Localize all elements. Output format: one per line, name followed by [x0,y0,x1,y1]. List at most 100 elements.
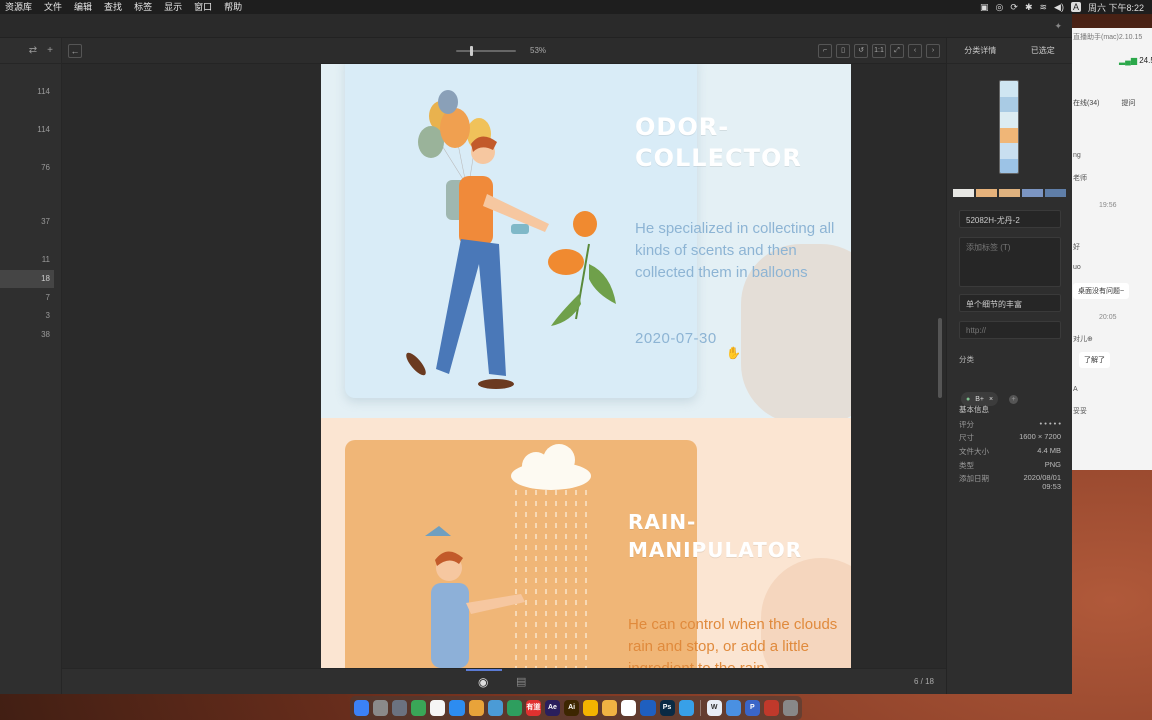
folder-count[interactable]: 114 [0,121,54,139]
menu-view[interactable]: 显示 [159,0,189,14]
wifi-icon[interactable]: ≋ [1039,2,1047,13]
dock-app-icon[interactable] [373,700,389,716]
rotate-button[interactable]: ↺ [854,44,868,58]
dock-app-icon[interactable] [430,700,446,716]
crop-button[interactable]: ⌐ [818,44,832,58]
dock-app-icon[interactable] [763,700,779,716]
menu-edit[interactable]: 编辑 [69,0,99,14]
dock-app-icon[interactable] [468,700,484,716]
next-image-button[interactable]: › [926,44,940,58]
wechat-icon[interactable]: ◎ [996,2,1004,13]
dock-app-icon[interactable] [621,700,637,716]
color-swatch[interactable] [999,189,1020,197]
image-thumbnail[interactable] [999,80,1019,174]
dock-app-icon[interactable] [725,700,741,716]
folder-count[interactable]: 37 [0,213,54,231]
add-category-button[interactable]: + [1009,395,1018,404]
tab-selected[interactable]: 已选定 [1031,45,1055,56]
folder-count[interactable]: 114 [0,83,54,101]
menu-help[interactable]: 帮助 [219,0,249,14]
split-view-button[interactable]: ▯ [836,44,850,58]
clock[interactable]: 周六 下午8:22 [1088,1,1144,14]
folder-count[interactable]: 38 [0,326,54,344]
menu-file[interactable]: 文件 [39,0,69,14]
dock-app-icon[interactable] [583,700,599,716]
basic-info-label: 基本信息 [959,405,989,414]
chat-title: 直播助手(mac)2.10.15 [1073,34,1143,41]
folder-count[interactable]: 11 [0,251,54,269]
chat-line: A [1073,386,1078,393]
info-row-rating: 评分 • • • • • [959,419,1061,430]
card-title-line: MANIPULATOR [628,538,803,562]
dock-app-icon[interactable] [783,700,799,716]
active-indicator [466,669,502,671]
filename-field[interactable]: 52082H-尤丹-2 [959,210,1061,228]
url-input[interactable]: http:// [959,321,1061,339]
dock-app-icon[interactable] [449,700,465,716]
dock-app-icon[interactable] [506,700,522,716]
info-value: 1600 × 7200 [1019,432,1061,441]
chat-line: 对儿⊕ [1073,336,1093,343]
dock-app-icon[interactable]: Ps [659,700,675,716]
dock-app-icon[interactable] [640,700,656,716]
eye-icon[interactable]: ◉ [478,675,488,689]
comment-icon[interactable]: ▤ [516,675,526,688]
viewer-toolbar: ← 53% ⌐ ▯ ↺ 1:1 ⤢ ‹ › [62,38,946,64]
card-title-line: COLLECTOR [635,144,802,172]
menu-tags[interactable]: 标签 [129,0,159,14]
color-swatch[interactable] [953,189,974,197]
card-date: 2020-07-30 [635,330,717,347]
hand-cursor-icon: ✋ [726,346,741,360]
menu-window[interactable]: 窗口 [189,0,219,14]
dock-app-icon[interactable] [602,700,618,716]
fit-screen-button[interactable]: ⤢ [890,44,904,58]
actual-size-button[interactable]: 1:1 [872,44,886,58]
dock-app-icon[interactable] [392,700,408,716]
zoom-slider[interactable] [456,46,516,56]
dock-app-icon[interactable] [487,700,503,716]
folder-count[interactable]: 7 [0,289,54,307]
dock-app-icon[interactable]: P [744,700,760,716]
signal-icon: ▂▄▆ [1119,56,1137,65]
color-swatch[interactable] [1045,189,1066,197]
viewer-scrollbar[interactable] [938,318,942,398]
tab-online[interactable]: 在线(34) [1073,98,1099,108]
folder-count[interactable]: 3 [0,307,54,325]
back-button[interactable]: ← [68,44,82,58]
input-method[interactable]: A [1070,2,1081,12]
close-icon[interactable]: × [989,396,993,403]
dock-app-icon[interactable] [678,700,694,716]
rating-stars[interactable]: • • • • • [1040,419,1061,430]
tags-input[interactable]: 添加标签 (T) [959,237,1061,287]
add-icon[interactable]: + [47,45,53,56]
screen-icon[interactable]: ▣ [980,2,989,13]
color-swatch[interactable] [976,189,997,197]
volume-icon[interactable]: ◀) [1054,2,1064,13]
folder-count[interactable]: 76 [0,159,54,177]
viewer-statusbar: ◉ ▤ 6 / 18 [62,668,946,694]
image-canvas[interactable]: ODOR- COLLECTOR He specialized in collec… [321,64,851,668]
bluetooth-icon[interactable]: ✱ [1025,2,1033,13]
dock-app-icon[interactable]: Ae [544,700,561,716]
tab-category-details[interactable]: 分类详情 [964,45,996,56]
tab-ask[interactable]: 提问 [1121,98,1135,108]
prev-image-button[interactable]: ‹ [908,44,922,58]
dock-app-icon[interactable] [411,700,427,716]
menu-find[interactable]: 查找 [99,0,129,14]
swap-icon[interactable]: ⇄ [29,45,37,56]
signal-value: 24.5 [1139,56,1152,65]
zoom-slider-thumb[interactable] [470,46,473,56]
pin-icon[interactable]: ✦ [1054,21,1062,32]
card-title-line: RAIN- [628,510,697,534]
card-description: He specialized in collecting all kinds o… [635,220,835,281]
menu-library[interactable]: 资源库 [0,0,39,14]
color-swatch[interactable] [1022,189,1043,197]
dock-app-icon[interactable] [354,700,370,716]
dock-app-icon[interactable]: Ai [564,700,580,716]
note-field[interactable]: 单个细节的丰富 [959,294,1061,312]
color-palette [953,189,1066,197]
dock-app-icon[interactable]: W [706,700,722,716]
sync-icon[interactable]: ⟳ [1010,2,1018,13]
folder-count-selected[interactable]: 18 [0,270,54,288]
dock-app-icon[interactable]: 有道 [525,700,541,716]
